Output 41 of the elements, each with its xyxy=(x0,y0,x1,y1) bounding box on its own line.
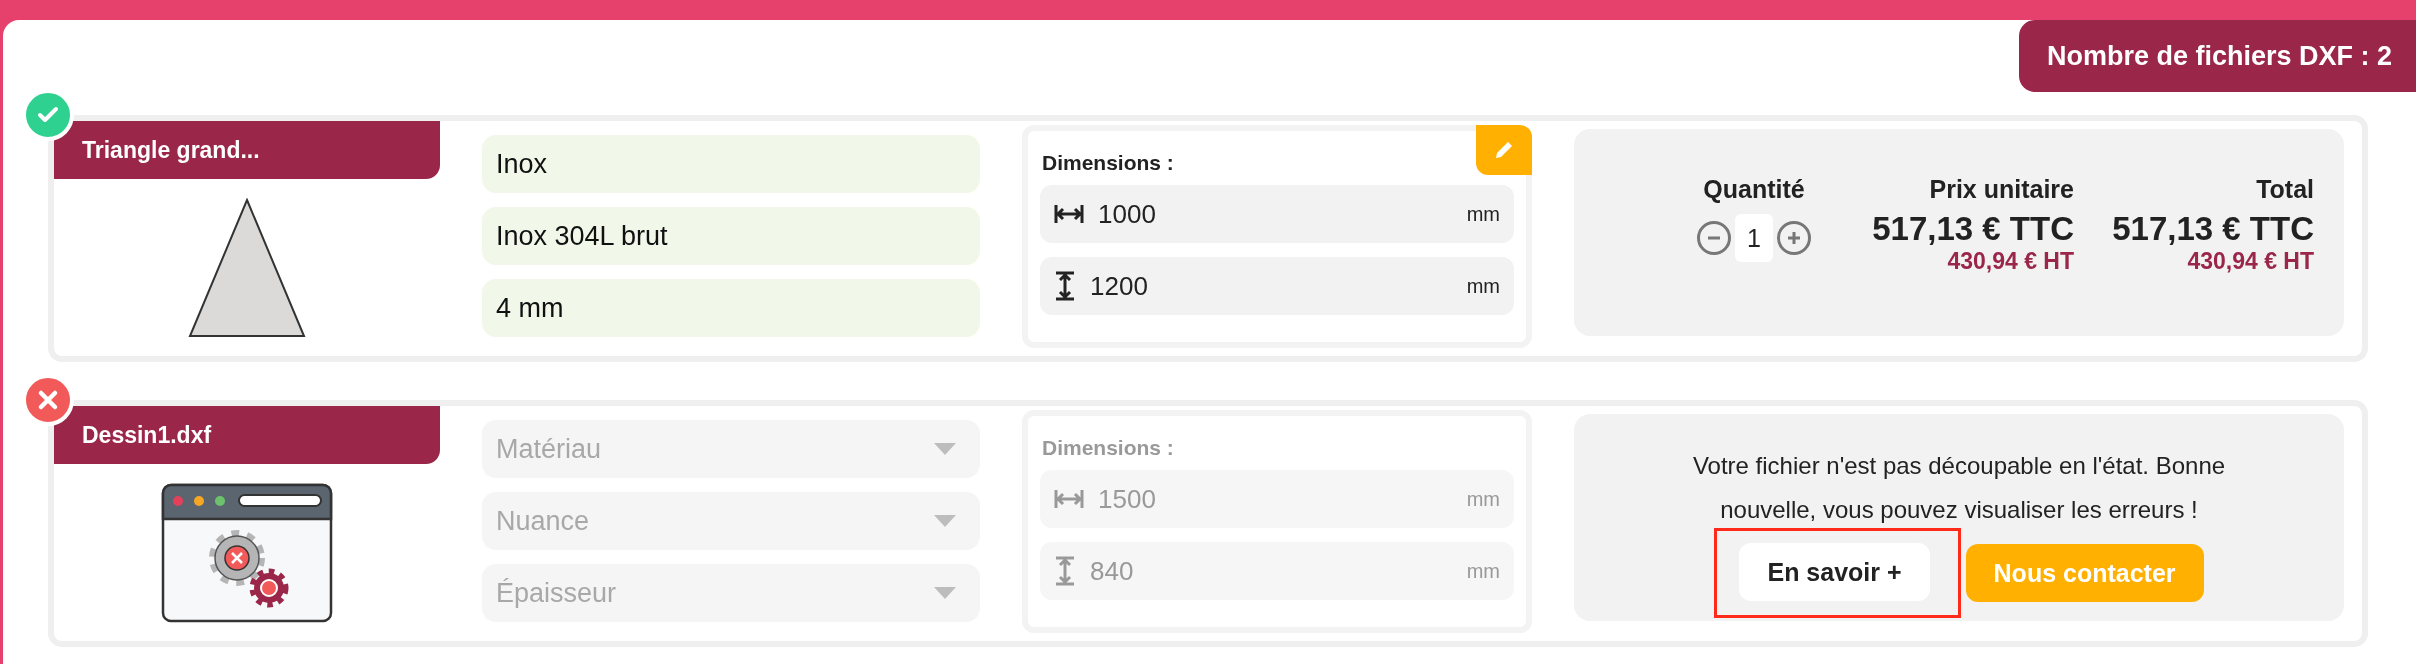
unit-label: mm xyxy=(1466,487,1500,511)
horizontal-size-icon xyxy=(1054,488,1084,510)
value-field: Inox xyxy=(482,135,980,193)
unit-label: mm xyxy=(1466,559,1500,583)
price-excl-tax: 430,94 € HT xyxy=(1947,248,2074,275)
price-excl-tax: 430,94 € HT xyxy=(2187,248,2314,275)
dimension-value: 1500 xyxy=(1098,483,1157,515)
dimension-field[interactable]: 1000 mm xyxy=(1040,185,1514,243)
horizontal-size-icon xyxy=(1054,203,1084,225)
quantity-label: Quantité xyxy=(1703,175,1805,204)
close-icon xyxy=(37,389,59,411)
value-field: 4 mm xyxy=(482,279,980,337)
price-incl-tax: 517,13 € TTC xyxy=(2112,210,2314,248)
learn-more-button[interactable]: En savoir + xyxy=(1739,543,1930,601)
vertical-size-icon xyxy=(1054,556,1076,586)
dimension-value: 840 xyxy=(1090,555,1135,587)
dimension-field[interactable]: 1200 mm xyxy=(1040,257,1514,315)
increase-button[interactable] xyxy=(1777,221,1811,255)
dimensions-label: Dimensions : xyxy=(1041,151,1175,175)
dimension-value: 1000 xyxy=(1098,198,1157,230)
unit-label: mm xyxy=(1466,202,1500,226)
price-incl-tax: 517,13 € TTC xyxy=(1872,210,2074,248)
price-label: Total xyxy=(2256,175,2314,204)
file-name: Triangle grand... xyxy=(54,121,440,179)
dropdown-caret-icon xyxy=(934,515,956,527)
quantity-field[interactable]: 1 xyxy=(1735,214,1773,262)
contact-button[interactable]: Nous contacter xyxy=(1965,544,2204,602)
plus-icon xyxy=(1786,230,1802,246)
dropdown-caret-icon xyxy=(934,443,956,455)
vertical-size-icon xyxy=(1054,271,1076,301)
file-name: Dessin1.dxf xyxy=(54,406,440,464)
pencil-icon xyxy=(1493,139,1515,161)
decrease-button[interactable] xyxy=(1697,221,1731,255)
error-message: Votre fichier n'est pas découpable en l'état. Bonne nouvelle, vous pouvez visualiser les erreurs ! xyxy=(1691,451,2227,525)
dimensions-label: Dimensions : xyxy=(1041,436,1175,460)
dropdown-caret-icon xyxy=(934,587,956,599)
unit-label: mm xyxy=(1466,274,1500,298)
file-count-badge: Nombre de fichiers DXF : 2 xyxy=(2018,20,2416,92)
value-field: Inox 304L brut xyxy=(482,207,980,265)
price-label: Prix unitaire xyxy=(1929,175,2074,204)
dimension-value: 1200 xyxy=(1090,270,1149,302)
